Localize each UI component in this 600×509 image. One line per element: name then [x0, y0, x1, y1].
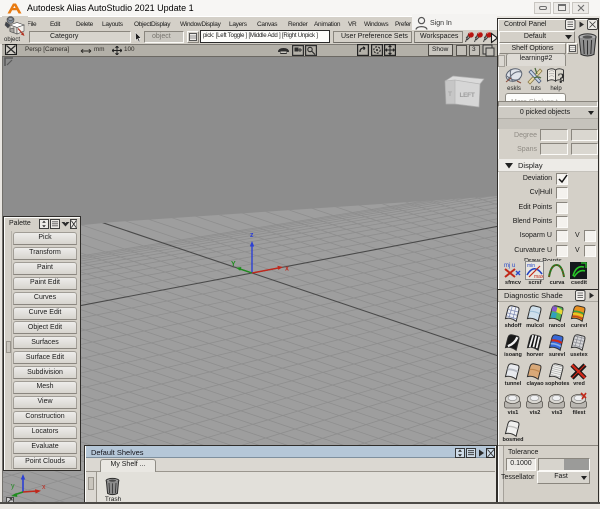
svg-text:x: x [42, 484, 46, 491]
svg-text:LEFT: LEFT [459, 92, 474, 99]
svg-text:y: y [11, 483, 15, 490]
svg-text:z: z [250, 232, 254, 239]
svg-text:mj u: mj u [504, 263, 515, 269]
svg-text:T: T [448, 91, 452, 98]
svg-text:Y: Y [231, 261, 236, 268]
svg-text:x: x [285, 266, 289, 273]
svg-text:?: ? [558, 71, 566, 86]
